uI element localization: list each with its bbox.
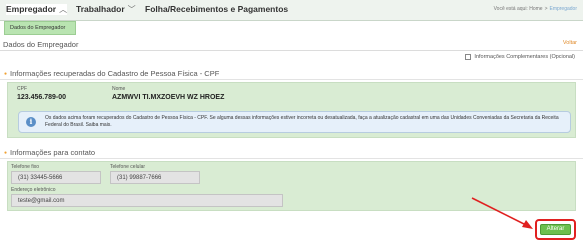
mobile-field[interactable]: (31) 99887-7666 xyxy=(110,171,200,184)
email-label: Endereço eletrônico xyxy=(11,187,56,193)
chevron-down-icon: ﹀ xyxy=(127,5,136,14)
nav-item-label: Empregador xyxy=(6,4,57,14)
nav-item-empregador[interactable]: Empregador ︿ xyxy=(6,4,68,15)
extra-info-label: Informações Complementares (Opcional) xyxy=(474,54,575,60)
divider xyxy=(0,50,583,51)
nav-item-trabalhador[interactable]: Trabalhador ﹀ xyxy=(76,4,136,15)
contact-section-title-text: Informações para contato xyxy=(10,148,96,157)
landline-field[interactable]: (31) 33445-5666 xyxy=(11,171,101,184)
top-nav: Empregador ︿ Trabalhador ﹀ Folha/Recebimen… xyxy=(0,0,583,21)
name-value: AZMWVI TI.MXZOEVH WZ HROEZ xyxy=(112,94,225,101)
cpf-label: CPF xyxy=(17,86,27,92)
cpf-section-title: ● Informações recuperadas do Cadastro de … xyxy=(4,69,219,78)
cpf-value: 123.456.789-00 xyxy=(17,94,67,101)
cpf-notice-text: Os dados acima foram recuperados do Cada… xyxy=(45,115,559,128)
submenu-label: Dados do Empregador xyxy=(10,25,66,31)
breadcrumb-home[interactable]: Home xyxy=(529,6,542,12)
divider xyxy=(0,79,583,80)
chevron-up-icon: ︿ xyxy=(59,5,68,14)
cpf-notice: i Os dados acima foram recuperados do Ca… xyxy=(18,111,571,133)
email-field[interactable]: teste@gmail.com xyxy=(11,194,283,207)
extra-info-toggle[interactable]: Informações Complementares (Opcional) xyxy=(465,54,575,60)
nav-item-label: Folha/Recebimentos e Pagamentos xyxy=(145,4,289,14)
mobile-label: Telefone celular xyxy=(110,164,146,170)
contact-panel: Telefone fixo (31) 33445-5666 Telefone c… xyxy=(7,161,576,211)
alter-button[interactable]: Alterar xyxy=(540,224,571,235)
contact-section-title: ● Informações para contato xyxy=(4,148,95,157)
breadcrumb-prefix: Você está aqui: xyxy=(493,6,528,12)
nav-item-folha[interactable]: Folha/Recebimentos e Pagamentos xyxy=(145,4,288,14)
name-label: Nome xyxy=(112,86,126,92)
extra-info-checkbox[interactable] xyxy=(465,54,472,60)
alter-button-highlight: Alterar xyxy=(535,219,576,240)
nav-item-label: Trabalhador xyxy=(76,4,125,14)
divider xyxy=(0,158,583,159)
cpf-section-title-text: Informações recuperadas do Cadastro de P… xyxy=(10,69,220,78)
info-icon: i xyxy=(26,117,36,127)
breadcrumb-current: Empregador xyxy=(549,6,577,12)
bullet-icon: ● xyxy=(4,150,8,156)
bullet-icon: ● xyxy=(4,71,8,77)
back-link[interactable]: Voltar xyxy=(563,40,577,46)
page-title: Dados do Empregador xyxy=(3,40,79,49)
landline-label: Telefone fixo xyxy=(11,164,40,170)
submenu-dados-empregador[interactable]: Dados do Empregador xyxy=(4,21,76,35)
breadcrumb: Você está aqui: Home > Empregador xyxy=(493,6,577,12)
